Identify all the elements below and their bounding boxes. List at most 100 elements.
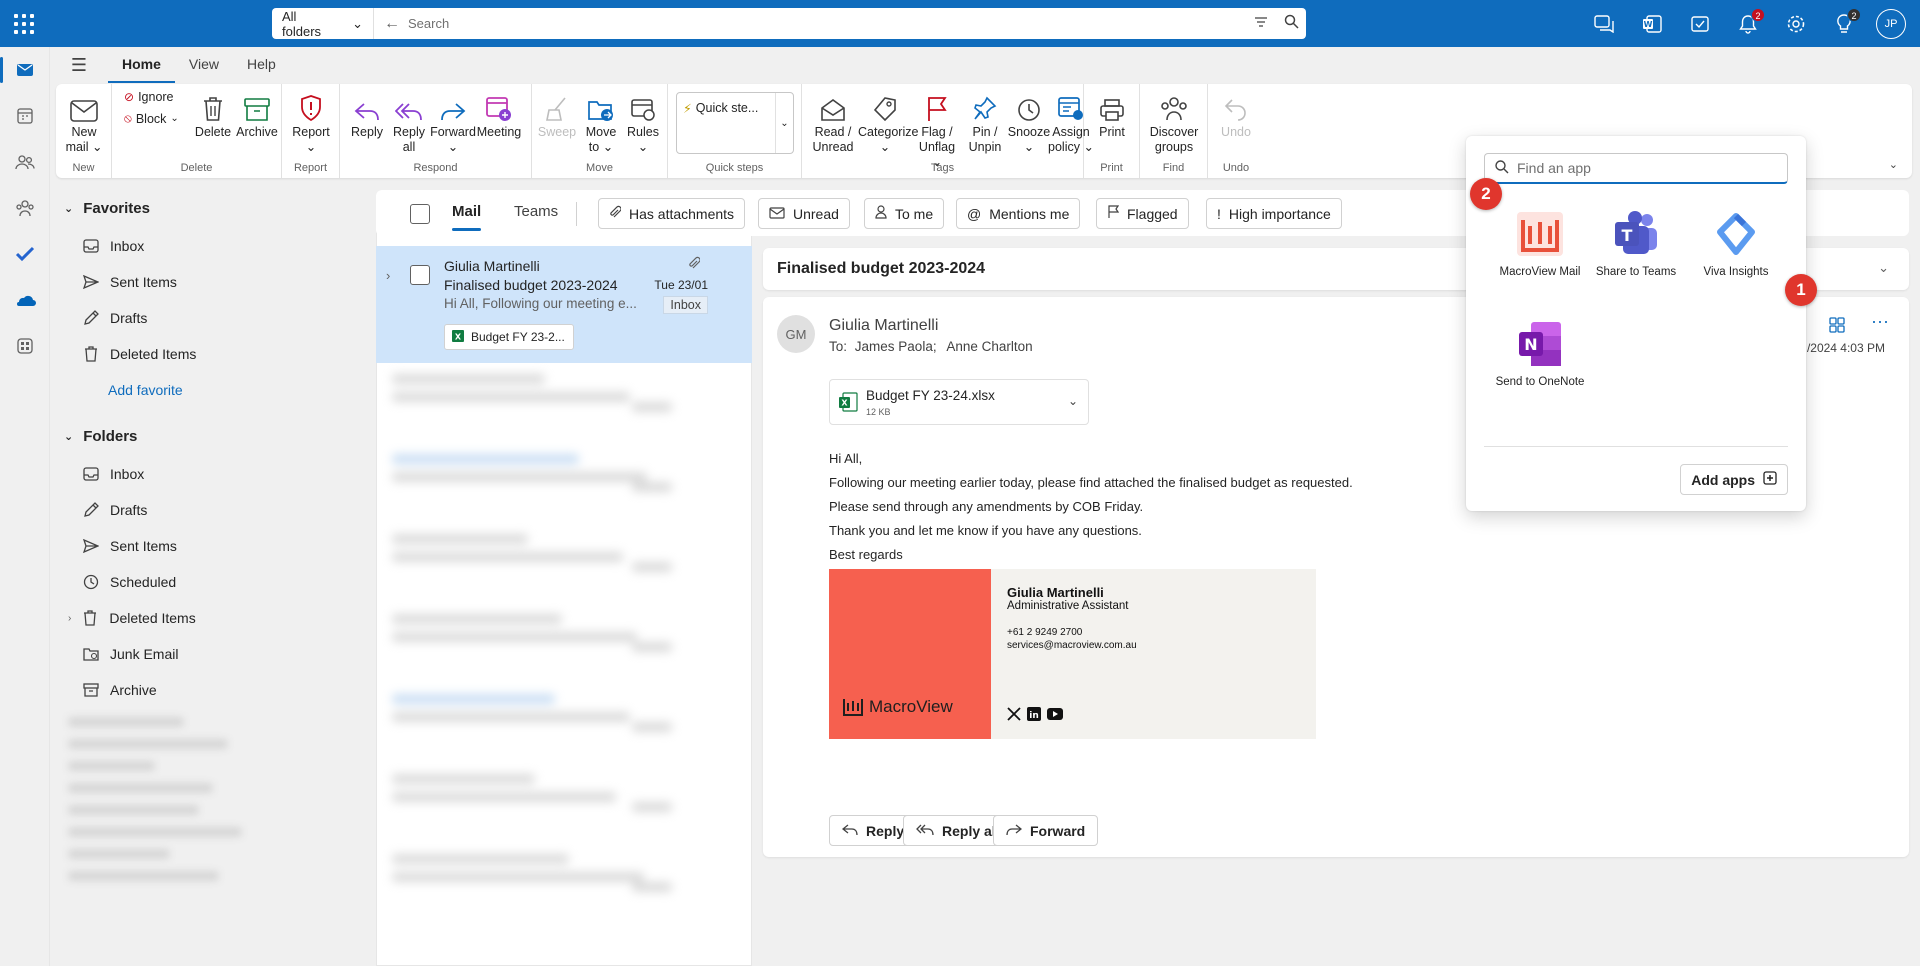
app-share-to-teams[interactable]: T Share to Teams [1586,208,1686,278]
filter-mentions-me[interactable]: @ Mentions me [956,198,1081,229]
more-apps-icon[interactable] [0,323,50,369]
calendar-app-icon[interactable] [0,93,50,139]
my-day-icon[interactable] [1676,0,1724,47]
discover-groups-button[interactable]: Discover groups [1144,88,1204,160]
meeting-button[interactable]: Meeting [476,88,522,160]
teams-chat-icon[interactable] [1580,0,1628,47]
tab-teams[interactable]: Teams [514,203,558,220]
message-item-selected[interactable]: › Giulia Martinelli Finalised budget 202… [376,246,752,363]
more-actions-icon[interactable]: ··· [1871,311,1889,332]
read-unread-button[interactable]: Read / Unread [810,88,856,160]
linkedin-icon[interactable]: in [1027,707,1041,724]
search-scope-dropdown[interactable]: All folders ⌄ [272,8,374,39]
filter-flagged[interactable]: Flagged [1096,198,1189,229]
quick-steps-expand-icon[interactable]: ⌄ [775,93,793,153]
ribbon-group-quick-steps: ⚡ Quick ste... ⌄ Quick steps [668,84,802,178]
filter-has-attachments[interactable]: Has attachments [598,198,746,229]
app-viva-insights[interactable]: Viva Insights [1686,208,1786,278]
signature-email[interactable]: services@macroview.com.au [1007,640,1137,651]
favorite-deleted-items[interactable]: Deleted Items [82,336,196,372]
forward-button[interactable]: Forward ⌄ [430,88,476,160]
apps-icon[interactable] [1825,313,1849,337]
hamburger-menu-icon[interactable]: ☰ [50,55,108,76]
tips-lightbulb-icon[interactable]: 2 [1820,0,1868,47]
reply-all-button[interactable]: Reply all [386,88,432,160]
notifications-bell-icon[interactable]: 2 [1724,0,1772,47]
search-icon[interactable] [1276,14,1306,33]
chevron-down-icon[interactable]: ⌄ [1068,394,1078,408]
move-to-button[interactable]: Move to ⌄ [578,88,624,160]
onedrive-app-icon[interactable] [0,277,50,323]
add-apps-button[interactable]: Add apps [1680,464,1788,495]
sweep-button[interactable]: Sweep [534,88,580,160]
search-input[interactable]: Search [408,16,1246,31]
print-button[interactable]: Print [1089,88,1135,160]
categorize-button[interactable]: Categorize ⌄ [858,88,918,160]
chevron-down-icon[interactable]: ⌄ [1878,260,1889,276]
expand-thread-icon[interactable]: › [386,268,390,283]
new-mail-button[interactable]: New mail ⌄ [61,88,107,160]
add-favorite-link[interactable]: Add favorite [108,382,183,398]
favorites-header[interactable]: ⌄ Favorites [64,200,150,217]
flag-unflag-button[interactable]: Flag / Unflag ⌄ [914,88,960,169]
search-box[interactable]: All folders ⌄ ← Search [272,8,1306,39]
folder-sent-items[interactable]: Sent Items [82,528,177,564]
block-button[interactable]: ⦸ Block ⌄ [124,111,179,126]
snooze-button[interactable]: Snooze ⌄ [1006,88,1052,160]
groups-app-icon[interactable] [0,185,50,231]
youtube-icon[interactable] [1047,708,1063,723]
attachment-card[interactable]: X Budget FY 23-24.xlsx 12 KB ⌄ [829,379,1089,425]
recipient-2[interactable]: Anne Charlton [946,339,1032,354]
app-send-to-onenote[interactable]: N Send to OneNote [1490,318,1590,388]
word-icon[interactable]: W [1628,0,1676,47]
favorite-inbox[interactable]: Inbox [82,228,144,264]
select-all-checkbox[interactable] [410,204,430,224]
folder-drafts[interactable]: Drafts [82,492,147,528]
ignore-button[interactable]: ⊘ Ignore [124,90,174,104]
app-launcher-icon[interactable] [12,12,36,36]
search-filter-icon[interactable] [1246,15,1276,32]
filter-unread[interactable]: Unread [758,198,850,229]
rules-button[interactable]: Rules ⌄ [620,88,666,160]
tab-view[interactable]: View [175,47,233,83]
ribbon-expand-icon[interactable]: ⌄ [1889,158,1898,171]
recipient-1[interactable]: James Paola; [855,339,937,354]
message-attachment-chip[interactable]: X Budget FY 23-2... [444,324,574,350]
settings-gear-icon[interactable] [1772,0,1820,47]
folder-junk-email[interactable]: Junk Email [82,636,178,672]
quick-steps-gallery[interactable]: ⚡ Quick ste... ⌄ [676,92,794,154]
reading-sender[interactable]: Giulia Martinelli [829,317,938,335]
folder-archive[interactable]: Archive [82,672,157,708]
undo-button[interactable]: Undo [1213,88,1259,160]
favorite-drafts[interactable]: Drafts [82,300,147,336]
folder-inbox[interactable]: Inbox [82,456,144,492]
folder-deleted-items[interactable]: › Deleted Items [68,600,196,636]
app-macroview-mail[interactable]: MacroView Mail [1490,208,1590,278]
account-avatar[interactable]: JP [1876,8,1906,39]
folder-scheduled[interactable]: Scheduled [82,564,176,600]
reply-button[interactable]: Reply [344,88,390,160]
tab-mail[interactable]: Mail [452,203,482,231]
message-attachment-name: Budget FY 23-2... [471,330,565,344]
tab-help[interactable]: Help [233,47,290,83]
paperclip-icon [688,256,701,273]
pin-unpin-button[interactable]: Pin / Unpin [962,88,1008,160]
folders-header[interactable]: ⌄ Folders [64,428,137,445]
forward-action-button[interactable]: Forward [993,815,1099,846]
delete-button[interactable]: Delete [190,88,236,160]
people-app-icon[interactable] [0,139,50,185]
todo-app-icon[interactable] [0,231,50,277]
tab-home[interactable]: Home [108,47,175,83]
filter-high-importance[interactable]: ! High importance [1206,198,1342,229]
x-twitter-icon[interactable] [1007,707,1021,724]
mail-app-icon[interactable] [0,47,50,93]
sender-avatar[interactable]: GM [777,315,815,353]
message-checkbox[interactable] [410,265,430,285]
quick-step-item[interactable]: ⚡ Quick ste... [677,93,777,153]
filter-to-me[interactable]: To me [864,198,945,229]
find-app-input[interactable]: Find an app [1484,153,1788,184]
archive-button[interactable]: Archive [234,88,280,160]
favorite-sent-items[interactable]: Sent Items [82,264,177,300]
report-button[interactable]: Report ⌄ [288,88,334,160]
forward-action-label: Forward [1030,822,1086,839]
